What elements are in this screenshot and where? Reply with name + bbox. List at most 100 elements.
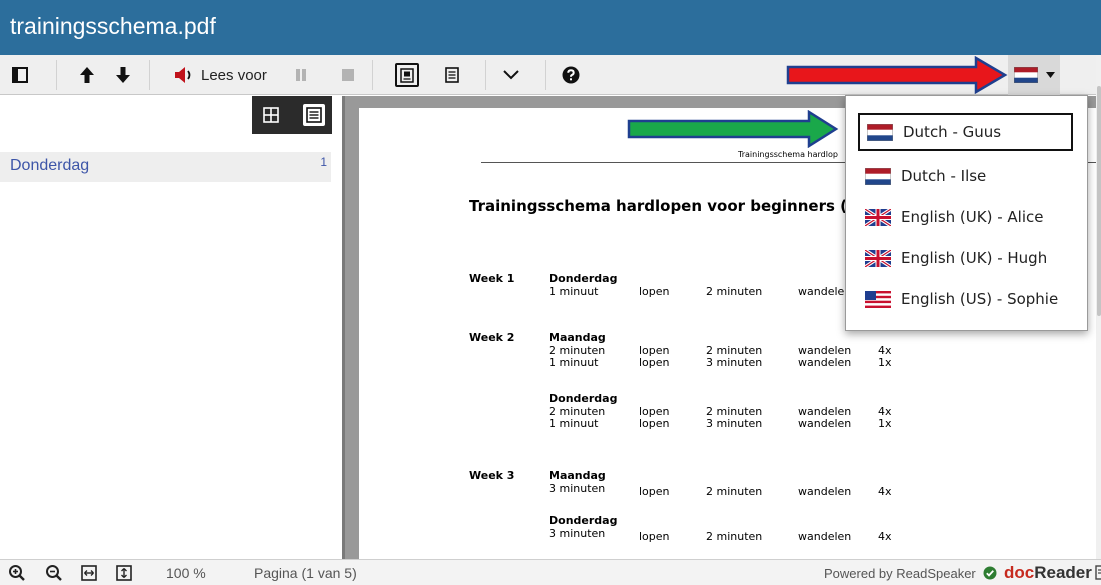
language-option[interactable]: English (US) - Sophie [858, 280, 1073, 318]
text-view-button[interactable] [440, 55, 464, 95]
help-button[interactable] [560, 55, 582, 95]
docreader-icon [1095, 565, 1101, 580]
flag-nl-icon [1013, 67, 1038, 83]
flag-nl-icon [865, 167, 891, 185]
zoom-level-text: 100 % [166, 565, 206, 581]
table-cell: 3 minuten [706, 417, 763, 430]
language-option-label: English (UK) - Hugh [901, 249, 1048, 267]
flag-us-icon [865, 290, 891, 308]
table-cell: wandelen [798, 356, 852, 369]
zoom-out-button[interactable] [45, 560, 63, 585]
sidebar: Donderdag 1 [0, 96, 342, 559]
language-option[interactable]: English (UK) - Alice [858, 198, 1073, 236]
language-option-label: English (UK) - Alice [901, 208, 1044, 226]
brand-prefix: doc [1004, 563, 1035, 582]
caret-down-icon [1045, 72, 1055, 78]
page-indicator: Pagina (1 van 5) [254, 560, 357, 585]
table-cell: 1x [878, 417, 892, 430]
arrow-up-icon [80, 67, 94, 83]
thumbnails-button[interactable] [260, 104, 282, 126]
pause-icon [296, 69, 306, 81]
table-cell: wandelen [798, 530, 852, 543]
table-cell: 1 minuut [549, 285, 599, 298]
table-cell: 1 minuut [549, 417, 599, 430]
table-cell: 3 minuten [549, 527, 606, 540]
zoom-in-button[interactable] [8, 560, 26, 585]
language-menu: Dutch - Guus Dutch - Ilse English (UK) -… [845, 95, 1088, 331]
check-icon-wrap [983, 560, 997, 585]
text-view-icon [445, 67, 459, 83]
next-page-button[interactable] [112, 55, 134, 95]
fit-height-button[interactable] [116, 560, 132, 585]
page-indicator-text: Pagina (1 van 5) [254, 565, 357, 581]
powered-by[interactable]: Powered by ReadSpeaker [824, 560, 976, 585]
day-name: Maandag [549, 331, 606, 344]
week-label: Week 2 [469, 331, 515, 344]
language-select-button[interactable] [1008, 55, 1060, 95]
language-option[interactable]: Dutch - Guus [858, 113, 1073, 151]
language-option[interactable]: Dutch - Ilse [858, 157, 1073, 195]
table-cell: 1x [878, 356, 892, 369]
table-cell: wandelen [798, 485, 852, 498]
status-bar: 100 % Pagina (1 van 5) Powered by ReadSp… [0, 559, 1101, 585]
week-label: Week 3 [469, 469, 515, 482]
red-annotation-arrow [786, 56, 1008, 94]
page-view-icon [400, 67, 414, 83]
day-name: Donderdag [549, 272, 618, 285]
language-option[interactable]: English (UK) - Hugh [858, 239, 1073, 277]
week-label: Week 1 [469, 272, 515, 285]
day-name: Maandag [549, 469, 606, 482]
toolbar-divider [545, 60, 546, 90]
toolbar-divider [56, 60, 57, 90]
outline-item-label: Donderdag [10, 157, 90, 174]
running-header: Trainingsschema hardlop [738, 150, 838, 159]
sidebar-toggle-button[interactable] [8, 55, 32, 95]
sidebar-view-switch [252, 96, 332, 134]
previous-page-button[interactable] [76, 55, 98, 95]
table-cell: wandele [798, 285, 845, 298]
green-arrow-shape [627, 110, 839, 148]
zoom-out-icon [46, 565, 62, 581]
fit-width-icon [81, 565, 97, 581]
stop-icon [342, 69, 354, 81]
page-view-button[interactable] [394, 55, 420, 95]
table-cell: 4x [878, 485, 892, 498]
table-cell: 2 minuten [706, 530, 763, 543]
table-cell: 2 minuten [706, 285, 763, 298]
chevron-down-icon [503, 70, 519, 80]
brand-suffix: Reader [1034, 563, 1092, 582]
scrollbar-thumb[interactable] [1097, 86, 1101, 316]
pause-button[interactable] [291, 55, 311, 95]
toolbar-divider [149, 60, 150, 90]
table-cell: 3 minuten [549, 482, 606, 495]
fit-height-icon [116, 565, 132, 581]
table-cell: lopen [639, 530, 670, 543]
title-bar: trainingsschema.pdf [0, 0, 1101, 55]
help-icon [562, 66, 580, 84]
toolbar-divider [485, 60, 486, 90]
language-option-label: English (US) - Sophie [901, 290, 1059, 308]
arrow-down-icon [116, 67, 130, 83]
more-options-button[interactable] [499, 55, 523, 95]
table-cell: lopen [639, 485, 670, 498]
speaker-icon [175, 67, 191, 83]
table-cell: lopen [639, 356, 670, 369]
docreader-logo: doc Reader [1004, 560, 1101, 585]
stop-button[interactable] [338, 55, 358, 95]
red-arrow-shape [786, 56, 1008, 94]
document-heading: Trainingsschema hardlopen voor beginners… [469, 197, 847, 215]
flag-nl-icon [867, 123, 893, 141]
table-cell: wandelen [798, 417, 852, 430]
fit-width-button[interactable] [81, 560, 97, 585]
outline-item-page: 1 [320, 155, 327, 169]
read-aloud-button[interactable]: Lees voor [173, 55, 277, 95]
flag-uk-icon [865, 249, 891, 267]
sidebar-icon [12, 67, 28, 83]
outline-button[interactable] [303, 104, 325, 126]
language-option-label: Dutch - Guus [903, 123, 1002, 141]
document-title: trainingsschema.pdf [10, 13, 216, 39]
language-option-label: Dutch - Ilse [901, 167, 987, 185]
zoom-level: 100 % [166, 560, 206, 585]
table-cell: 2 minuten [706, 485, 763, 498]
outline-item[interactable]: Donderdag 1 [0, 152, 331, 182]
